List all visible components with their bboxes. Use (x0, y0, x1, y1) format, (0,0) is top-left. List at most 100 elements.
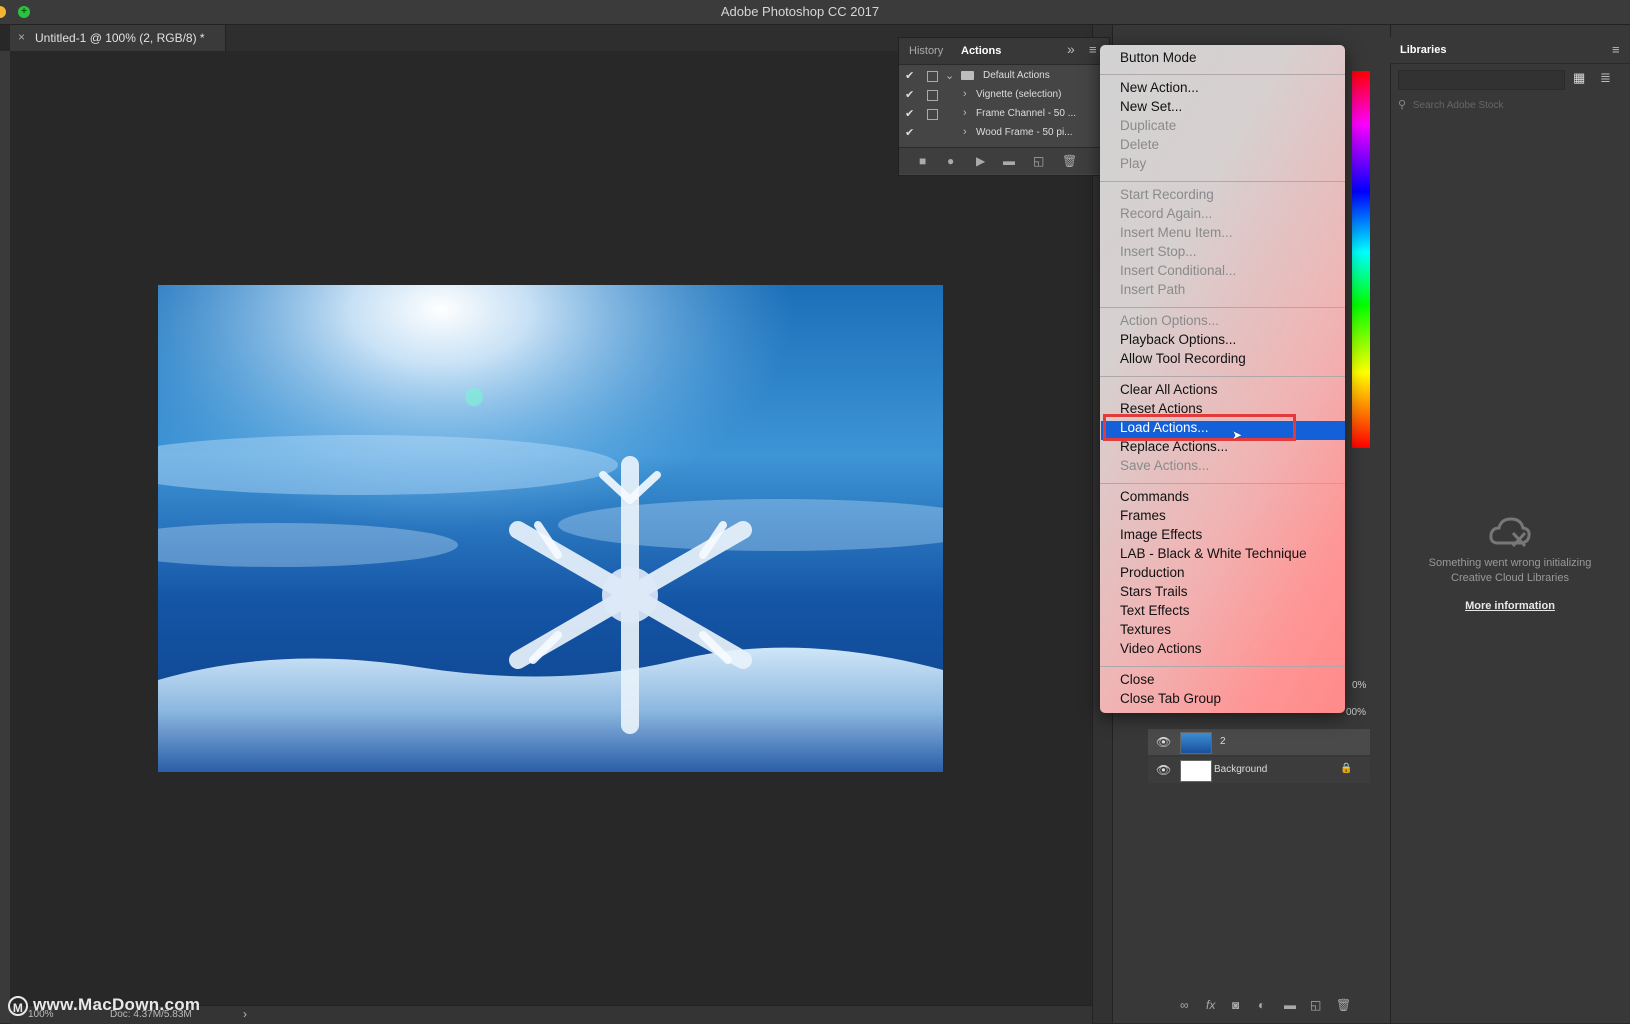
menu-item-save-actions: Save Actions... (1120, 458, 1210, 473)
menu-item-insert-conditional: Insert Conditional... (1120, 263, 1237, 278)
layer-thumbnail (1180, 732, 1212, 754)
status-arrow-icon[interactable]: › (243, 1007, 247, 1021)
error-line-2: Creative Cloud Libraries (1451, 572, 1569, 584)
layer-row[interactable]: 👁 Background 🔒 (1148, 757, 1370, 783)
menu-item-frames[interactable]: Frames (1120, 508, 1166, 523)
menu-item-close[interactable]: Close (1120, 672, 1155, 687)
list-view-icon[interactable]: ≣ (1600, 70, 1611, 86)
menu-item-duplicate: Duplicate (1120, 118, 1177, 133)
panel-expand-icon[interactable]: » (1067, 41, 1075, 57)
action-name: Wood Frame - 50 pi... (976, 127, 1073, 138)
stop-icon[interactable]: ■ (919, 154, 926, 168)
menu-item-record-again: Record Again... (1120, 206, 1213, 221)
toggle-check-icon[interactable]: ✔ (905, 126, 914, 139)
menu-item-replace-actions[interactable]: Replace Actions... (1120, 439, 1228, 454)
new-action-icon[interactable]: ◱ (1033, 154, 1044, 168)
action-name: Vignette (selection) (976, 89, 1062, 100)
menu-item-action-options: Action Options... (1120, 313, 1220, 328)
menu-item-lab-bw[interactable]: LAB - Black & White Technique (1120, 546, 1307, 561)
actions-panel-tabs: History Actions » ≡ (899, 38, 1109, 65)
toggle-check-icon[interactable]: ✔ (905, 107, 914, 120)
close-tab-icon[interactable]: × (18, 30, 25, 44)
menu-item-load-actions[interactable]: Load Actions... (1120, 420, 1209, 435)
menu-item-textures[interactable]: Textures (1120, 622, 1171, 637)
visibility-eye-icon[interactable]: 👁 (1156, 735, 1171, 749)
library-select[interactable] (1398, 70, 1565, 90)
toggle-check-icon[interactable]: ✔ (905, 69, 914, 82)
color-spectrum[interactable] (1352, 71, 1370, 448)
menu-item-playback-options[interactable]: Playback Options... (1120, 332, 1236, 347)
tab-actions[interactable]: Actions (961, 45, 1001, 57)
action-row[interactable]: ✔ › Wood Frame - 50 pi... (899, 123, 1109, 143)
menu-item-button-mode[interactable]: Button Mode (1120, 50, 1197, 65)
layer-thumbnail (1180, 760, 1212, 782)
snowflake-photo (158, 285, 943, 772)
stock-search[interactable]: ⚲ Search Adobe Stock (1398, 98, 1618, 116)
opacity-value[interactable]: 0% (1352, 680, 1366, 691)
action-set-row[interactable]: ✔ ⌄ Default Actions (899, 66, 1109, 86)
visibility-eye-icon[interactable]: 👁 (1156, 763, 1171, 777)
dialog-toggle-icon[interactable] (927, 109, 938, 120)
window-title: Adobe Photoshop CC 2017 (720, 4, 880, 19)
toggle-check-icon[interactable]: ✔ (905, 88, 914, 101)
folder-icon (961, 71, 974, 80)
action-row[interactable]: ✔ › Vignette (selection) (899, 85, 1109, 105)
panel-menu-icon[interactable]: ≡ (1089, 42, 1097, 57)
group-folder-icon[interactable]: ▬ (1284, 998, 1296, 1012)
menu-item-video-actions[interactable]: Video Actions (1120, 641, 1202, 656)
action-name: Default Actions (983, 70, 1050, 81)
actions-panel-footer: ■ ● ▶ ▬ ◱ 🗑 (899, 147, 1109, 174)
menu-item-text-effects[interactable]: Text Effects (1120, 603, 1190, 618)
trash-icon[interactable]: 🗑 (1336, 998, 1351, 1012)
menu-item-clear-all-actions[interactable]: Clear All Actions (1120, 382, 1218, 397)
window-title-bar: + Adobe Photoshop CC 2017 (0, 0, 1630, 25)
menu-item-allow-tool-recording[interactable]: Allow Tool Recording (1120, 351, 1246, 366)
link-icon[interactable]: ∞ (1180, 998, 1189, 1012)
menu-item-new-set[interactable]: New Set... (1120, 99, 1182, 114)
grid-view-icon[interactable]: ▦ (1573, 70, 1585, 86)
mask-icon[interactable]: ◙ (1232, 998, 1239, 1012)
layer-row[interactable]: 👁 2 (1148, 729, 1370, 755)
menu-item-new-action[interactable]: New Action... (1120, 80, 1199, 95)
mouse-cursor-icon: ➤ (1232, 428, 1243, 442)
panel-menu-icon[interactable]: ≡ (1612, 42, 1620, 57)
tools-panel[interactable] (0, 51, 10, 1023)
more-information-link[interactable]: More information (1400, 600, 1620, 612)
record-icon[interactable]: ● (947, 154, 954, 168)
menu-item-stars-trails[interactable]: Stars Trails (1120, 584, 1188, 599)
menu-item-play: Play (1120, 156, 1147, 171)
document-tab-label: Untitled-1 @ 100% (2, RGB/8) * (35, 31, 205, 45)
layer-name: 2 (1220, 736, 1226, 747)
layers-footer: ∞ fx ◙ ◐ ▬ ◱ 🗑 (1148, 998, 1388, 1020)
error-line-1: Something went wrong initializing (1428, 557, 1592, 569)
fill-value[interactable]: 00% (1346, 707, 1366, 718)
dialog-toggle-icon[interactable] (927, 90, 938, 101)
tab-history[interactable]: History (909, 45, 943, 57)
folder-icon[interactable]: ▬ (1003, 154, 1015, 168)
expand-icon[interactable]: › (963, 126, 967, 138)
watermark: M www.MacDown.com (8, 995, 200, 1016)
adjustment-icon[interactable]: ◐ (1258, 998, 1265, 1012)
fx-icon[interactable]: fx (1206, 998, 1215, 1012)
new-layer-icon[interactable]: ◱ (1310, 998, 1321, 1012)
lock-icon: 🔒 (1340, 763, 1353, 774)
menu-item-reset-actions[interactable]: Reset Actions (1120, 401, 1203, 416)
stock-search-placeholder: Search Adobe Stock (1412, 100, 1504, 111)
tab-libraries[interactable]: Libraries (1400, 44, 1446, 56)
trash-icon[interactable]: 🗑 (1062, 154, 1077, 168)
expand-icon[interactable]: › (963, 88, 967, 100)
menu-item-commands[interactable]: Commands (1120, 489, 1189, 504)
menu-item-image-effects[interactable]: Image Effects (1120, 527, 1202, 542)
play-icon[interactable]: ▶ (976, 154, 985, 168)
menu-item-insert-path: Insert Path (1120, 282, 1186, 297)
menu-items: Button Mode New Action... New Set... Dup… (1100, 45, 1345, 713)
document-tab[interactable]: × Untitled-1 @ 100% (2, RGB/8) * (10, 25, 226, 51)
dialog-toggle-icon[interactable] (927, 71, 938, 82)
action-row[interactable]: ✔ › Frame Channel - 50 ... (899, 104, 1109, 124)
expand-icon[interactable]: › (963, 107, 967, 119)
expand-icon[interactable]: ⌄ (945, 69, 954, 82)
menu-item-delete: Delete (1120, 137, 1160, 152)
document-image[interactable] (158, 285, 943, 772)
menu-item-close-tab-group[interactable]: Close Tab Group (1120, 691, 1221, 706)
menu-item-production[interactable]: Production (1120, 565, 1185, 580)
